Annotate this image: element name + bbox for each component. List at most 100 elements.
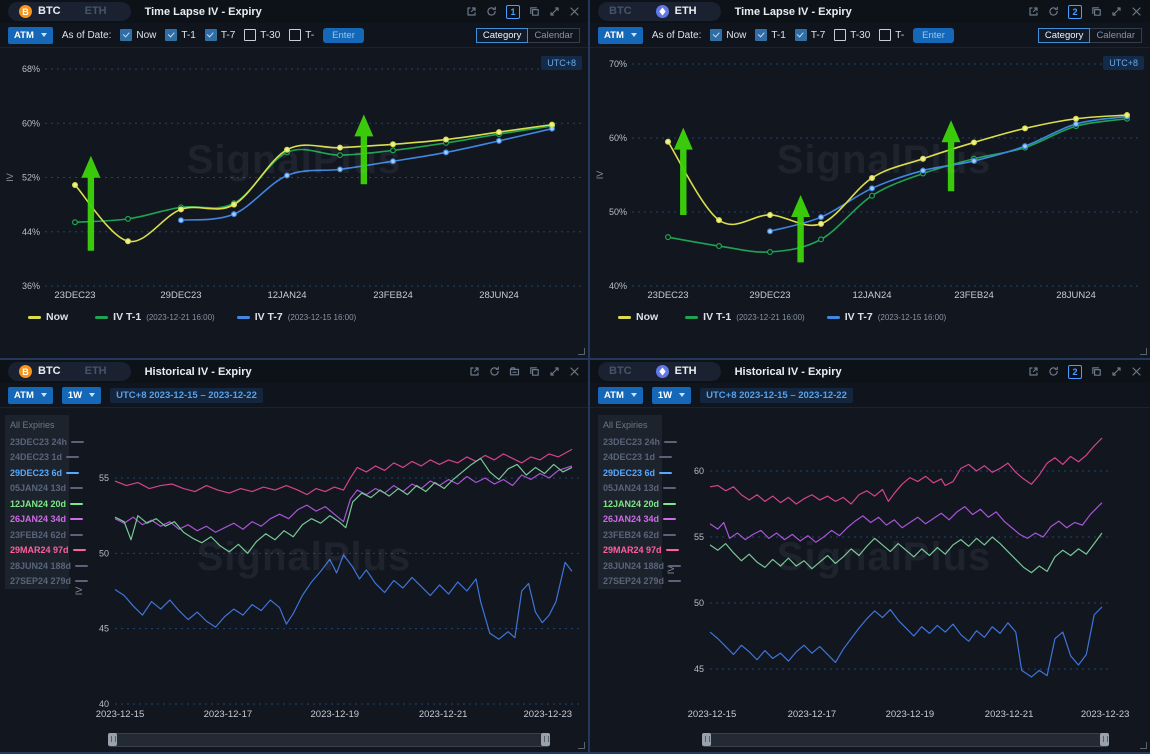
strike-select[interactable]: ATM [8,387,53,404]
panel-toolbar: ATM As of Date: Now T-1 T-7 T-30 T- Ente… [590,23,1150,48]
expiry-list-item[interactable]: 24DEC23 1d [5,450,105,466]
checkbox-t1[interactable]: T-1 [165,29,195,41]
tab-eth-label: ETH [675,2,697,21]
folder-icon[interactable] [509,366,520,377]
custom-days-input[interactable]: Enter [913,28,954,43]
category-button[interactable]: Category [476,28,529,43]
timeframe-select-value: 1W [68,390,82,401]
expiry-list-item[interactable]: 29DEC23 6d [598,465,698,481]
legend-item[interactable]: IV T-7 (2023-12-15 16:00) [237,311,357,323]
fullscreen-icon[interactable] [549,366,560,377]
checkbox-t7[interactable]: T-7 [795,29,825,41]
expiry-list-item[interactable]: 23DEC23 24h [5,434,105,450]
expiry-swatch [71,441,84,443]
calendar-button[interactable]: Calendar [528,28,580,43]
time-range-slider[interactable] [108,733,550,747]
custom-days-input[interactable]: Enter [323,28,364,43]
duplicate-icon[interactable] [1091,6,1102,17]
fullscreen-icon[interactable] [1111,366,1122,377]
refresh-icon[interactable] [489,366,500,377]
legend-item[interactable]: Now [28,311,73,323]
expiry-list-item[interactable]: 28JUN24 188d [5,558,105,574]
expiry-list-item[interactable]: 26JAN24 34d [598,512,698,528]
legend-item[interactable]: IV T-1 (2023-12-21 16:00) [685,311,805,323]
timezone-badge: UTC+8 [541,56,582,70]
window-number-badge[interactable]: 2 [1068,365,1082,379]
popout-icon[interactable] [469,366,480,377]
tab-eth[interactable]: ETH [656,362,697,381]
timeframe-select[interactable]: 1W [652,387,691,404]
expiry-list-item[interactable]: 12JAN24 20d [598,496,698,512]
expiry-list-item[interactable]: 27SEP24 279d [5,574,105,590]
checkbox-t1[interactable]: T-1 [755,29,785,41]
expiry-list-item[interactable]: 05JAN24 13d [598,481,698,497]
strike-select[interactable]: ATM [598,387,643,404]
tab-btc[interactable]: BTC [609,362,632,381]
popout-icon[interactable] [466,6,477,17]
tab-eth[interactable]: ETH [85,362,107,381]
timeframe-select[interactable]: 1W [62,387,101,404]
resize-corner[interactable] [1140,742,1147,749]
expiry-list-item[interactable]: 27SEP24 279d [598,574,698,590]
resize-corner[interactable] [1140,348,1147,355]
header-icons: 1 [466,5,580,19]
expiry-list-item[interactable]: 23FEB24 62d [5,527,105,543]
chevron-down-icon [41,393,47,397]
checkbox-t30[interactable]: T-30 [834,29,870,41]
refresh-icon[interactable] [1048,6,1059,17]
fullscreen-icon[interactable] [549,6,560,17]
tab-btc[interactable]: B BTC [19,2,61,21]
checkbox-now[interactable]: Now [710,29,746,41]
expiry-list-item[interactable]: 05JAN24 13d [5,481,105,497]
expiry-list-item[interactable]: 28JUN24 188d [598,558,698,574]
checkbox-t-custom[interactable]: T- [289,29,314,41]
duplicate-icon[interactable] [529,366,540,377]
strike-select[interactable]: ATM [598,27,643,44]
popout-icon[interactable] [1028,6,1039,17]
tab-eth[interactable]: ETH [656,2,697,21]
time-range-slider[interactable] [702,733,1109,747]
panel-header: BTC ETH Time Lapse IV - Expiry 2 [590,0,1150,23]
slider-handle-right[interactable] [541,733,550,746]
expiry-list-item[interactable]: 29MAR24 97d [598,543,698,559]
close-icon[interactable] [569,6,580,17]
calendar-button[interactable]: Calendar [1090,28,1142,43]
checkbox-now[interactable]: Now [120,29,156,41]
fullscreen-icon[interactable] [1111,6,1122,17]
resize-corner[interactable] [578,348,585,355]
popout-icon[interactable] [1028,366,1039,377]
expiry-list-item[interactable]: 12JAN24 20d [5,496,105,512]
legend-item[interactable]: IV T-7 (2023-12-15 16:00) [827,311,947,323]
refresh-icon[interactable] [1048,366,1059,377]
expiry-list-item[interactable]: 26JAN24 34d [5,512,105,528]
expiry-list-item[interactable]: 24DEC23 1d [598,450,698,466]
checkbox-t30[interactable]: T-30 [244,29,280,41]
legend-date: (2023-12-21 16:00) [146,313,215,322]
legend-item[interactable]: IV T-1 (2023-12-21 16:00) [95,311,215,323]
resize-corner[interactable] [578,742,585,749]
slider-handle-left[interactable] [702,733,711,746]
window-number-badge[interactable]: 2 [1068,5,1082,19]
close-icon[interactable] [1131,6,1142,17]
slider-handle-right[interactable] [1100,733,1109,746]
expiry-list-item[interactable]: 29MAR24 97d [5,543,105,559]
tab-btc[interactable]: B BTC [19,362,61,381]
window-number-badge[interactable]: 1 [506,5,520,19]
duplicate-icon[interactable] [1091,366,1102,377]
expiry-list-item[interactable]: 29DEC23 6d [5,465,105,481]
expiry-list-item[interactable]: 23FEB24 62d [598,527,698,543]
expiry-list: All Expiries 23DEC23 24h 24DEC23 1d 29DE… [5,415,105,589]
checkbox-t7[interactable]: T-7 [205,29,235,41]
tab-btc[interactable]: BTC [609,2,632,21]
checkbox-t-custom[interactable]: T- [879,29,904,41]
tab-eth[interactable]: ETH [85,2,107,21]
duplicate-icon[interactable] [529,6,540,17]
strike-select[interactable]: ATM [8,27,53,44]
close-icon[interactable] [1131,366,1142,377]
expiry-list-item[interactable]: 23DEC23 24h [598,434,698,450]
refresh-icon[interactable] [486,6,497,17]
category-button[interactable]: Category [1038,28,1091,43]
legend-item[interactable]: Now [618,311,663,323]
slider-handle-left[interactable] [108,733,117,746]
close-icon[interactable] [569,366,580,377]
